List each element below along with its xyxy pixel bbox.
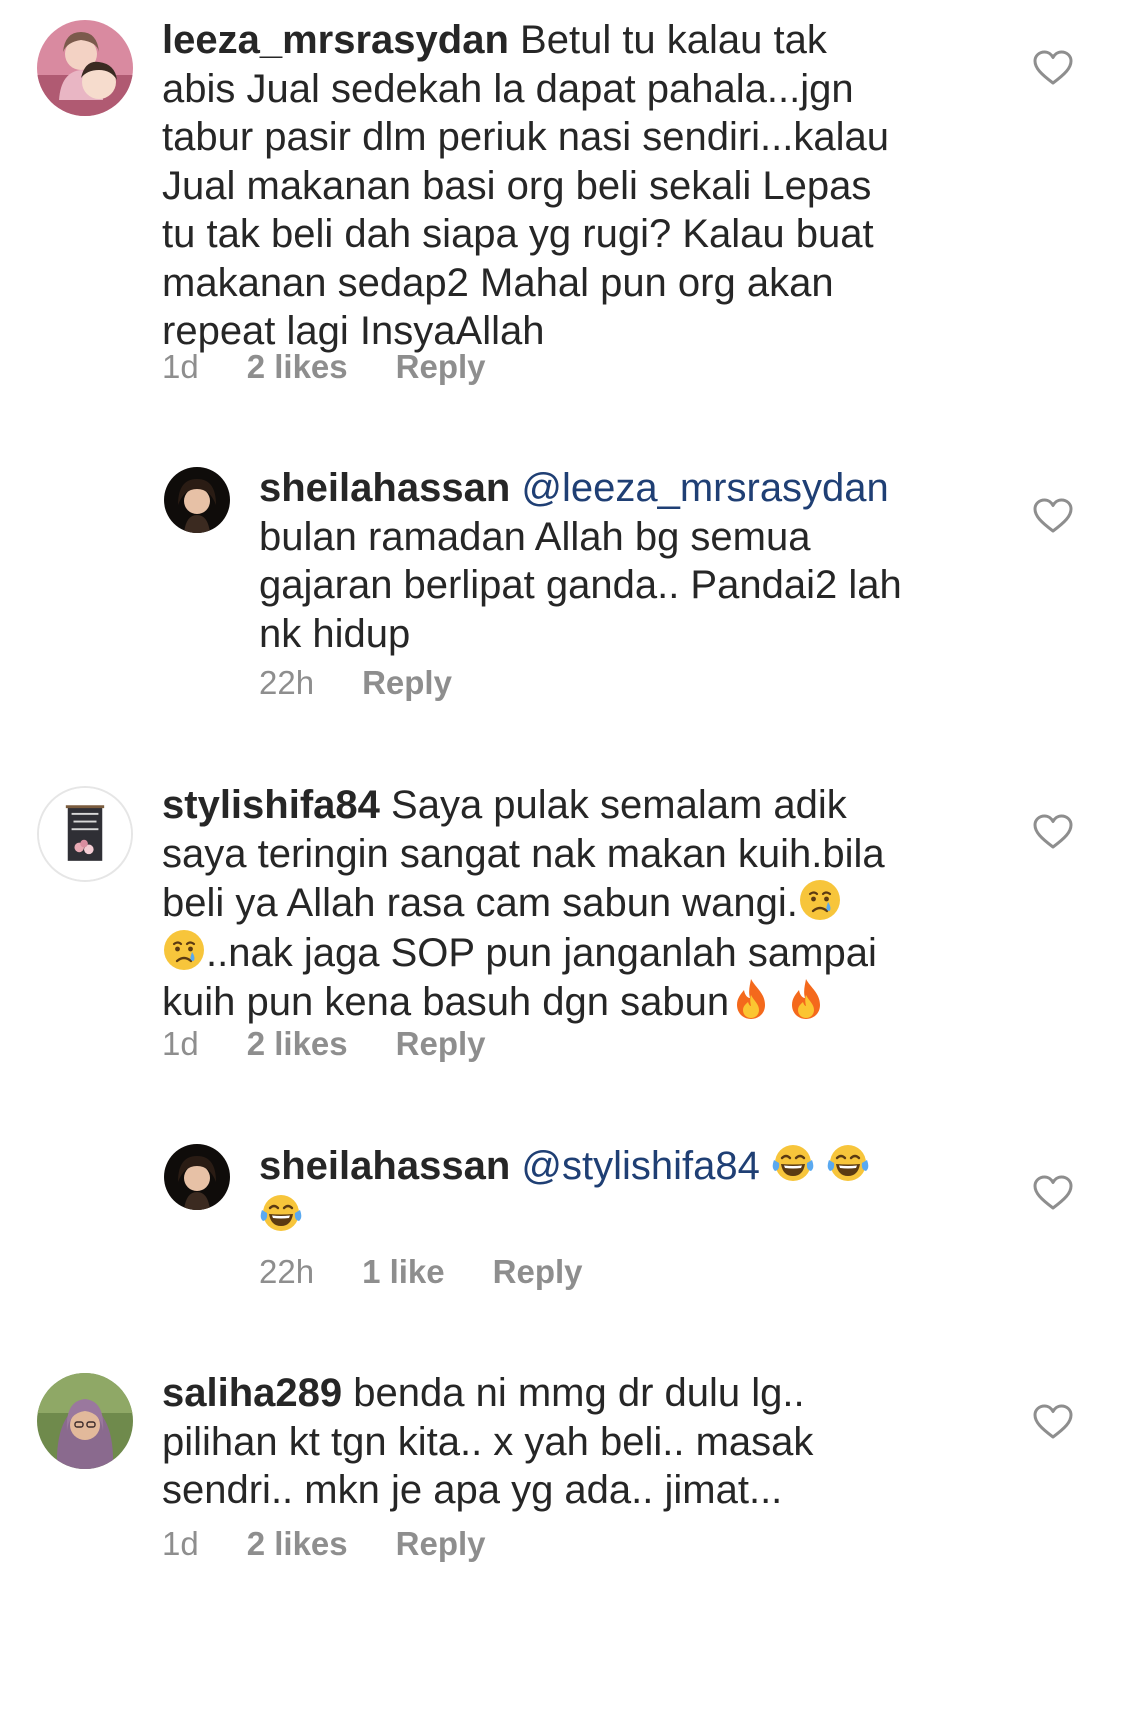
reply-button[interactable]: Reply <box>362 663 452 703</box>
avatar[interactable] <box>164 1144 230 1210</box>
comment-meta: 1d 2 likes Reply <box>162 347 534 387</box>
reply-button[interactable]: Reply <box>396 1524 486 1564</box>
like-heart-icon[interactable] <box>1033 50 1073 86</box>
comment-username[interactable]: saliha289 <box>162 1371 342 1415</box>
reply-button[interactable]: Reply <box>493 1252 583 1292</box>
comment-text: leeza_mrsrasydan Betul tu kalau tak abis… <box>162 16 1002 356</box>
like-heart-icon[interactable] <box>1033 498 1073 534</box>
avatar[interactable] <box>37 786 133 882</box>
comments-list: leeza_mrsrasydan Betul tu kalau tak abis… <box>0 0 1125 1709</box>
comment-time: 1d <box>162 1525 199 1562</box>
comment-username[interactable]: sheilahassan <box>259 466 510 510</box>
comment-likes[interactable]: 2 likes <box>247 1524 348 1564</box>
tears-of-joy-emoji <box>826 1141 870 1185</box>
comment-username[interactable]: stylishifa84 <box>162 783 380 827</box>
tears-of-joy-emoji <box>771 1141 815 1185</box>
tears-of-joy-emoji <box>259 1191 303 1235</box>
comment-likes[interactable]: 1 like <box>362 1252 445 1292</box>
comment-likes[interactable]: 2 likes <box>247 1024 348 1064</box>
comment-username[interactable]: leeza_mrsrasydan <box>162 18 509 62</box>
comment-text: sheilahassan @stylishifa84 <box>259 1141 999 1240</box>
like-heart-icon[interactable] <box>1033 1404 1073 1440</box>
fire-emoji <box>729 977 773 1021</box>
avatar[interactable] <box>164 467 230 533</box>
comment-meta: 22h Reply <box>259 663 500 703</box>
reply-button[interactable]: Reply <box>396 1024 486 1064</box>
comment-time: 1d <box>162 348 199 385</box>
comment-time: 22h <box>259 664 315 701</box>
comment-time: 1d <box>162 1025 199 1062</box>
mention-link[interactable]: @leeza_mrsrasydan <box>521 466 888 510</box>
comment-body: Betul tu kalau tak abis Jual sedekah la … <box>162 18 890 353</box>
comment-text: sheilahassan @leeza_mrsrasydan bulan ram… <box>259 464 999 658</box>
avatar[interactable] <box>37 20 133 116</box>
comment-meta: 1d 2 likes Reply <box>162 1524 534 1564</box>
avatar[interactable] <box>37 1373 133 1469</box>
comment-username[interactable]: sheilahassan <box>259 1144 510 1188</box>
mention-link[interactable]: @stylishifa84 <box>521 1144 759 1188</box>
reply-button[interactable]: Reply <box>396 347 486 387</box>
comment-meta: 1d 2 likes Reply <box>162 1024 534 1064</box>
comment-text: saliha289 benda ni mmg dr dulu lg.. pili… <box>162 1369 1002 1515</box>
comment-time: 22h <box>259 1253 315 1290</box>
comment-body: bulan ramadan Allah bg semua gajaran ber… <box>259 514 902 656</box>
fire-emoji <box>784 977 828 1021</box>
crying-face-emoji <box>798 878 842 922</box>
comment-meta: 22h 1 like Reply <box>259 1252 631 1292</box>
comment-text: stylishifa84 Saya pulak semalam adik say… <box>162 781 1002 1027</box>
like-heart-icon[interactable] <box>1033 814 1073 850</box>
like-heart-icon[interactable] <box>1033 1175 1073 1211</box>
crying-face-emoji <box>162 928 206 972</box>
comment-likes[interactable]: 2 likes <box>247 347 348 387</box>
